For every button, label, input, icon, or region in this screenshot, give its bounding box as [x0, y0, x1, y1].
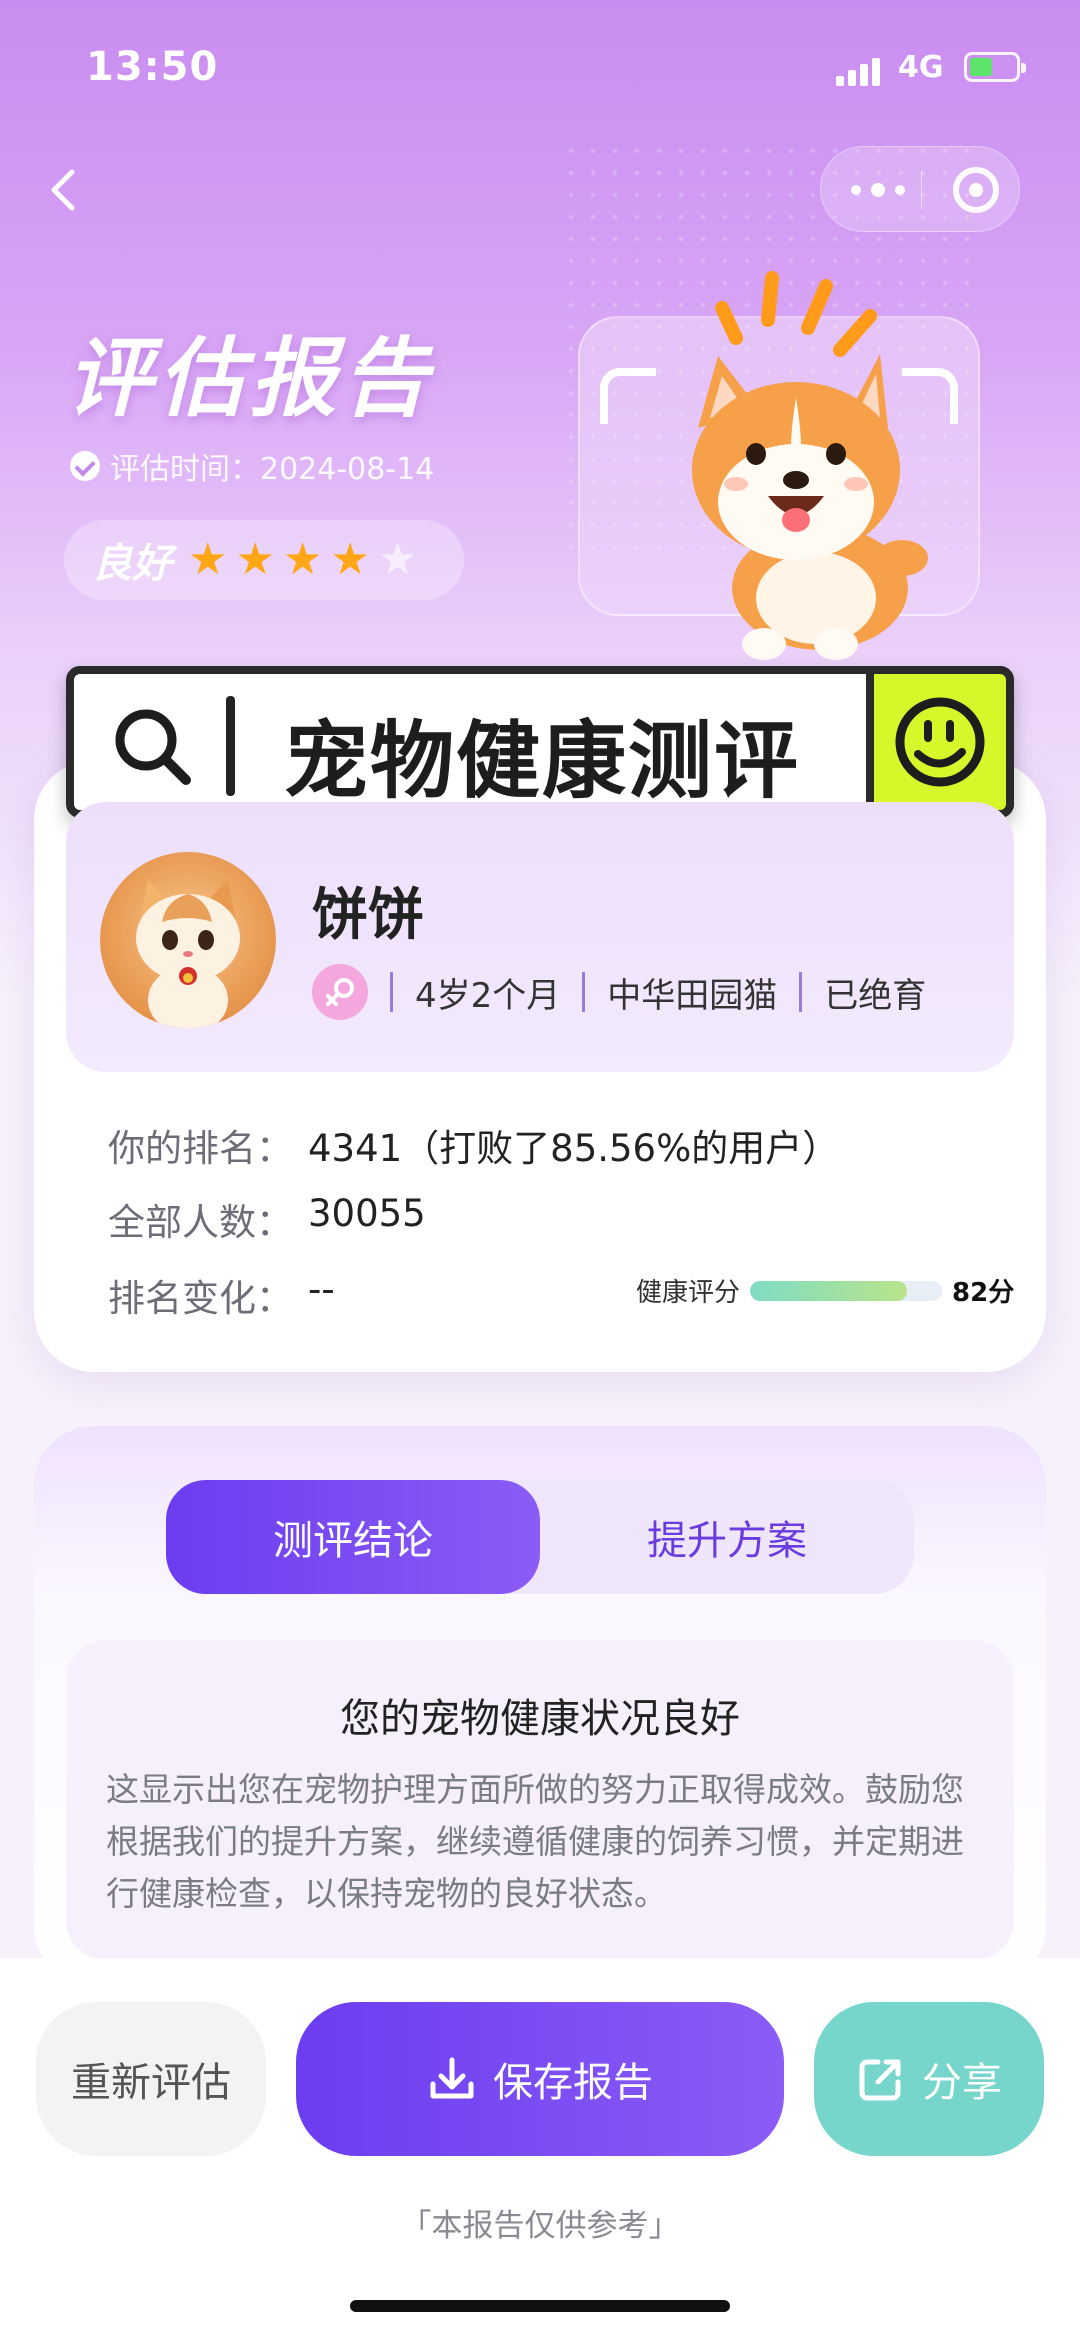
search-icon	[115, 709, 191, 785]
pet-neuter-status: 已绝育	[824, 975, 927, 1016]
conclusion-title: 您的宠物健康状况良好	[340, 1696, 740, 1742]
star-rating: ★ ★ ★ ★ ★	[188, 538, 417, 582]
health-score-bar	[750, 1280, 943, 1301]
conclusion-description: 这显示出您在宠物护理方面所做的努力正取得成效。鼓励您根据我们的提升方案，继续遵循…	[106, 1770, 964, 1913]
signal-icon	[836, 58, 880, 86]
avatar	[100, 852, 276, 1028]
star-icon: ★	[235, 534, 275, 585]
save-report-button[interactable]: 保存报告	[296, 2002, 784, 2156]
total-value: 30055	[308, 1192, 426, 1235]
check-circle-icon	[70, 451, 100, 481]
assessment-date-text: 评估时间：2024-08-14	[110, 452, 435, 487]
rank-label: 你的排名：	[108, 1127, 293, 1170]
health-score-label: 健康评分	[636, 1278, 741, 1308]
grade-badge: 良好 ★ ★ ★ ★ ★	[64, 520, 464, 600]
pet-age: 4岁2个月	[415, 975, 561, 1016]
page-title: 评估报告	[66, 329, 434, 429]
cat-avatar-image	[136, 880, 240, 1028]
more-icon[interactable]	[851, 177, 911, 203]
total-row: 全部人数： 30055	[108, 1192, 426, 1246]
network-label: 4G	[898, 50, 944, 85]
search-banner: 宠物健康测评	[66, 666, 1014, 818]
search-banner-text: 宠物健康测评	[284, 712, 801, 810]
grade-label: 良好	[92, 541, 172, 587]
share-icon	[859, 2059, 901, 2101]
female-gender-icon	[312, 964, 368, 1020]
save-report-label: 保存报告	[493, 2060, 653, 2106]
reassess-button[interactable]: 重新评估	[36, 2002, 266, 2156]
chevron-left-icon	[51, 169, 75, 211]
star-icon: ★	[188, 534, 228, 585]
smile-icon	[895, 697, 985, 787]
result-tabs: 测评结论 提升方案	[166, 1480, 914, 1594]
tab-improvement-plan[interactable]: 提升方案	[540, 1480, 914, 1594]
rank-value: 4341（打败了85.56%的用户）	[308, 1127, 840, 1170]
assessment-date: 评估时间：2024-08-14	[70, 444, 434, 488]
mini-program-capsule	[820, 146, 1020, 232]
text-cursor	[226, 696, 235, 796]
share-label: 分享	[922, 2060, 1002, 2106]
health-score-value: 82分	[952, 1278, 1015, 1308]
rank-change-label: 排名变化：	[108, 1277, 293, 1320]
status-time: 13:50	[86, 44, 219, 90]
back-button[interactable]	[42, 160, 86, 220]
pet-name: 饼饼	[312, 883, 424, 948]
smile-button	[866, 666, 1014, 818]
total-label: 全部人数：	[108, 1201, 293, 1244]
corgi-illustration	[692, 271, 928, 660]
star-icon: ★	[377, 534, 418, 585]
disclaimer-note: 「本报告仅供参考」	[400, 2208, 680, 2244]
tab-conclusion[interactable]: 测评结论	[166, 1480, 540, 1594]
pet-meta-row: 4岁2个月 中华田园猫 已绝育	[312, 964, 926, 1020]
battery-icon	[964, 52, 1026, 82]
rank-change-value: --	[308, 1268, 335, 1311]
rank-change-row: 排名变化： --	[108, 1268, 335, 1322]
pet-breed: 中华田园猫	[607, 975, 778, 1016]
close-target-icon[interactable]	[953, 167, 999, 213]
share-button[interactable]: 分享	[814, 2002, 1044, 2156]
health-score: 健康评分 82分	[636, 1272, 1014, 1309]
download-icon	[430, 2057, 474, 2099]
star-icon: ★	[330, 534, 370, 585]
home-indicator[interactable]	[350, 2300, 730, 2312]
status-bar: 13:50 4G	[0, 0, 1080, 130]
star-icon: ★	[282, 534, 323, 585]
rank-row: 你的排名： 4341（打败了85.56%的用户）	[108, 1118, 839, 1172]
